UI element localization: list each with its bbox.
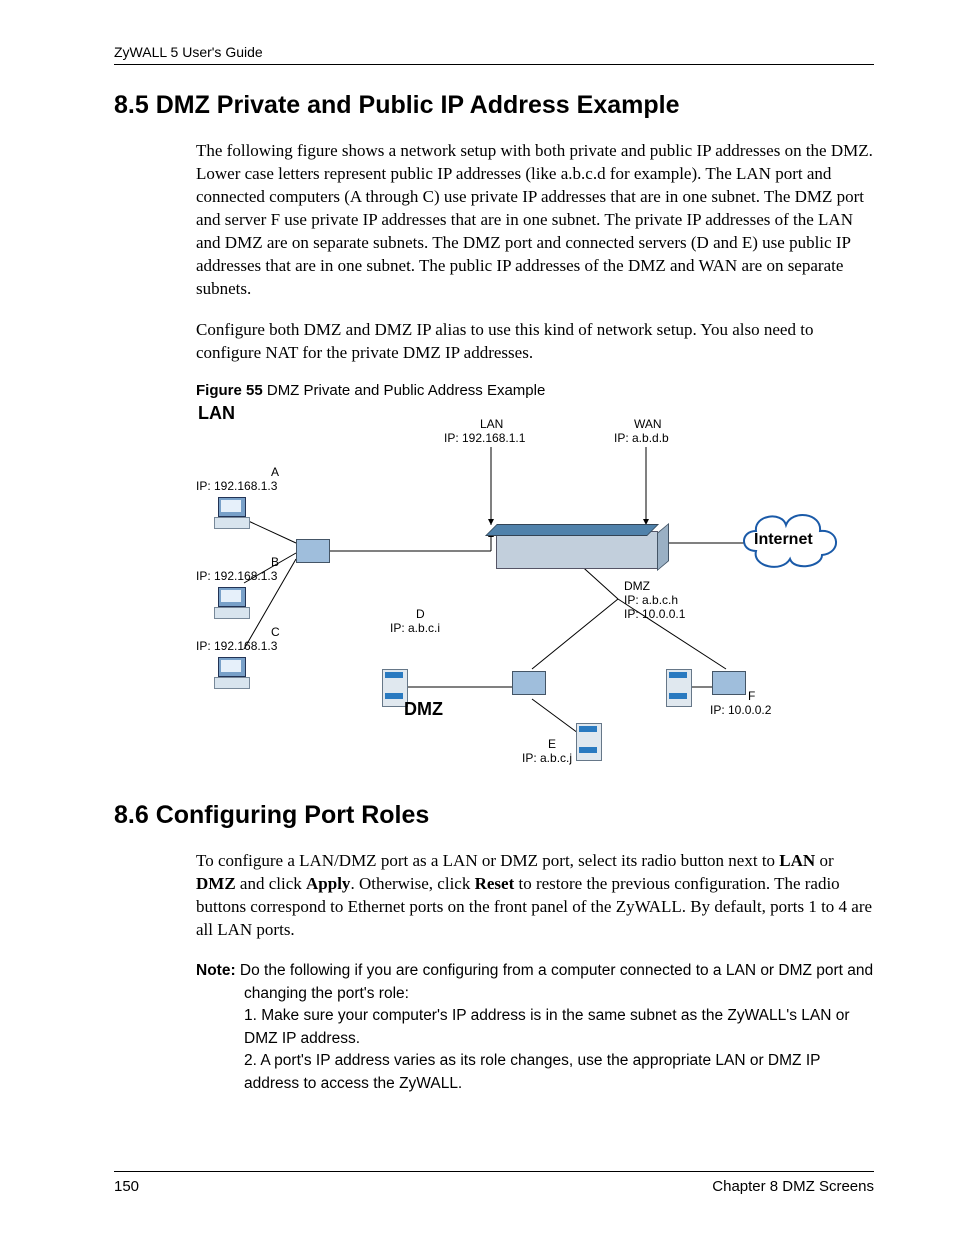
host-e-name: E (548, 737, 556, 751)
port-dmz-ip-priv: IP: 10.0.0.1 (624, 607, 685, 621)
host-d-ip: IP: a.b.c.i (390, 621, 440, 635)
footer-chapter: Chapter 8 DMZ Screens (712, 1178, 874, 1195)
running-header: ZyWALL 5 User's Guide (114, 44, 874, 60)
note-line-1: Do the following if you are configuring … (240, 962, 873, 1001)
port-dmz-ip-pub: IP: a.b.c.h (624, 593, 678, 607)
port-lan-name: LAN (480, 417, 503, 431)
host-a-ip: IP: 192.168.1.3 (196, 479, 277, 493)
figure-55-label: Figure 55 (196, 382, 263, 399)
host-c-ip: IP: 192.168.1.3 (196, 639, 277, 653)
switch-icon (296, 539, 330, 563)
diagram-lan-label: LAN (198, 403, 235, 424)
port-wan-ip: IP: a.b.d.b (614, 431, 669, 445)
pc-icon (214, 587, 248, 619)
host-c-name: C (271, 625, 280, 639)
figure-55-caption-text: DMZ Private and Public Address Example (263, 382, 546, 399)
figure-55-diagram: LAN A IP: 192.168.1.3 B IP: 192.168.1.3 … (196, 403, 836, 771)
router-icon (496, 531, 658, 569)
diagram-dmz-label: DMZ (404, 699, 443, 720)
host-f-name: F (748, 689, 755, 703)
switch-icon (512, 671, 546, 695)
note-line-2: 1. Make sure your computer's IP address … (244, 1007, 850, 1046)
section-8-5-title: 8.5 DMZ Private and Public IP Address Ex… (114, 91, 874, 120)
note-line-3: 2. A port's IP address varies as its rol… (244, 1052, 820, 1091)
sec85-p1: The following figure shows a network set… (196, 140, 874, 301)
internet-label: Internet (754, 531, 813, 549)
page-number: 150 (114, 1178, 139, 1195)
note-label: Note: (196, 962, 240, 979)
server-icon (382, 669, 406, 705)
sec86-p1: To configure a LAN/DMZ port as a LAN or … (196, 850, 874, 942)
port-dmz-name: DMZ (624, 579, 650, 593)
header-rule (114, 64, 874, 65)
sec86-note: Note: Do the following if you are config… (196, 960, 874, 1095)
host-b-ip: IP: 192.168.1.3 (196, 569, 277, 583)
pc-icon (214, 497, 248, 529)
sec85-p2: Configure both DMZ and DMZ IP alias to u… (196, 319, 874, 365)
host-d-name: D (416, 607, 425, 621)
switch-icon (712, 671, 746, 695)
host-e-ip: IP: a.b.c.j (522, 751, 572, 765)
host-f-ip: IP: 10.0.0.2 (710, 703, 771, 717)
server-icon (576, 723, 600, 759)
port-lan-ip: IP: 192.168.1.1 (444, 431, 525, 445)
host-a-name: A (271, 465, 279, 479)
section-8-6-title: 8.6 Configuring Port Roles (114, 801, 874, 830)
pc-icon (214, 657, 248, 689)
port-wan-name: WAN (634, 417, 662, 431)
figure-55-caption: Figure 55 DMZ Private and Public Address… (196, 382, 874, 399)
server-icon (666, 669, 690, 705)
host-b-name: B (271, 555, 279, 569)
page-footer: 150 Chapter 8 DMZ Screens (114, 1171, 874, 1195)
